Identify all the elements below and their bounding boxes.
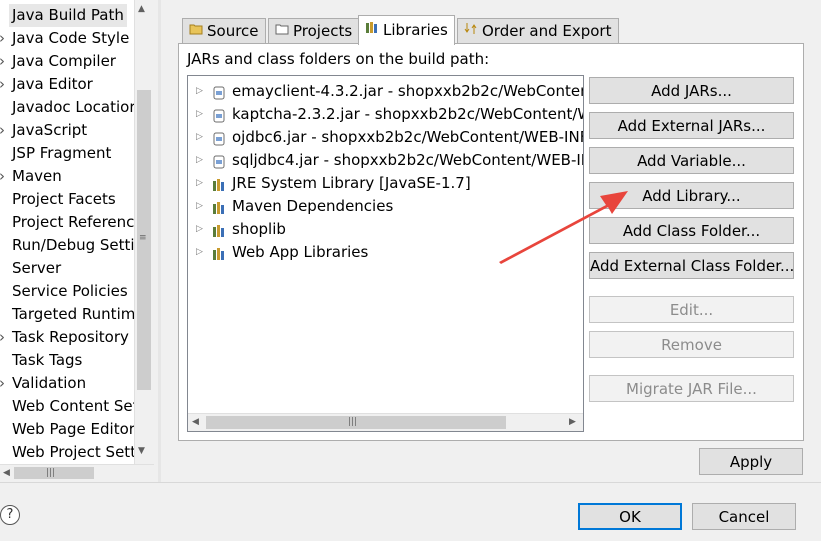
- tab-source[interactable]: Source: [182, 18, 266, 44]
- tree-label: Maven Dependencies: [232, 197, 394, 215]
- tree-label: sqljdbc4.jar - shopxxb2b2c/WebContent/WE…: [232, 151, 584, 169]
- add-library-button[interactable]: Add Library...: [589, 182, 794, 209]
- scroll-right-icon[interactable]: ▶: [569, 417, 576, 427]
- category-label: Maven: [12, 167, 62, 185]
- category-label: Project Referenc: [12, 213, 135, 231]
- tab-label: Source: [207, 22, 259, 40]
- category-label: Task Tags: [12, 351, 83, 369]
- chevron-right-icon[interactable]: ›: [0, 119, 9, 142]
- migrate-jar-file-button[interactable]: Migrate JAR File...: [589, 375, 794, 402]
- categories-vertical-scrollbar[interactable]: ▲ ≡ ▼: [134, 0, 154, 464]
- scroll-down-icon[interactable]: ▼: [138, 446, 145, 456]
- tree-horizontal-scrollbar[interactable]: ◀ ||| ▶: [188, 413, 583, 431]
- cancel-button[interactable]: Cancel: [692, 503, 796, 530]
- scroll-left-icon[interactable]: ◀: [3, 468, 10, 478]
- jar-icon: [212, 153, 226, 169]
- help-icon[interactable]: ?: [0, 505, 20, 525]
- expand-arrow-icon[interactable]: ▷: [196, 218, 203, 241]
- chevron-right-icon[interactable]: ›: [0, 27, 9, 50]
- tree-label: JRE System Library [JavaSE-1.7]: [232, 174, 471, 192]
- category-label: Web Page Editor: [12, 420, 135, 438]
- expand-arrow-icon[interactable]: ▷: [196, 149, 203, 172]
- category-label: Validation: [12, 374, 87, 392]
- category-label: Java Build Path: [9, 4, 127, 27]
- property-categories-list: Java Build Path›Java Code Style›Java Com…: [0, 0, 154, 480]
- tree-label: Web App Libraries: [232, 243, 369, 261]
- tab-libraries[interactable]: Libraries: [358, 15, 455, 45]
- category-label: Run/Debug Setti: [12, 236, 135, 254]
- jar-icon: [212, 130, 226, 146]
- apply-button[interactable]: Apply: [699, 448, 803, 475]
- category-label: Web Content Set: [12, 397, 139, 415]
- category-label: Java Compiler: [12, 52, 116, 70]
- scroll-left-icon[interactable]: ◀: [192, 417, 199, 427]
- expand-arrow-icon[interactable]: ▷: [196, 195, 203, 218]
- grip-icon: ≡: [139, 233, 147, 243]
- add-external-class-folder-button[interactable]: Add External Class Folder...: [589, 252, 794, 279]
- category-label: Java Editor: [12, 75, 93, 93]
- library-icon: [212, 245, 226, 260]
- expand-arrow-icon[interactable]: ▷: [196, 80, 203, 103]
- chevron-right-icon[interactable]: ›: [0, 50, 9, 73]
- panel-splitter[interactable]: [158, 0, 161, 482]
- ok-button[interactable]: OK: [578, 503, 682, 530]
- order-export-icon: [464, 19, 478, 44]
- jar-icon: [212, 107, 226, 123]
- tree-label: shoplib: [232, 220, 286, 238]
- grip-icon: |||: [348, 417, 358, 427]
- libraries-tab-panel: JARs and class folders on the build path…: [178, 43, 804, 441]
- category-label: Task Repository: [12, 328, 129, 346]
- tree-label: kaptcha-2.3.2.jar - shopxxb2b2c/WebConte…: [232, 105, 584, 123]
- category-label: JSP Fragment: [12, 144, 112, 162]
- category-label: Targeted Runtim: [12, 305, 136, 323]
- tab-projects[interactable]: Projects: [268, 18, 360, 44]
- tree-label: emayclient-4.3.2.jar - shopxxb2b2c/WebCo…: [232, 82, 584, 100]
- chevron-right-icon[interactable]: ›: [0, 372, 9, 395]
- build-path-tree[interactable]: ▷ emayclient-4.3.2.jar - shopxxb2b2c/WebC…: [187, 75, 584, 432]
- tree-label: ojdbc6.jar - shopxxb2b2c/WebContent/WEB-…: [232, 128, 584, 146]
- projects-icon: [275, 19, 289, 44]
- jar-icon: [212, 84, 226, 100]
- add-variable-button[interactable]: Add Variable...: [589, 147, 794, 174]
- category-label: Project Facets: [12, 190, 116, 208]
- libraries-icon: [365, 16, 379, 45]
- library-icon: [212, 222, 226, 237]
- chevron-right-icon[interactable]: ›: [0, 165, 9, 188]
- chevron-right-icon[interactable]: ›: [0, 73, 9, 96]
- category-label: Javadoc Locatior: [12, 98, 136, 116]
- tab-label: Order and Export: [482, 22, 612, 40]
- add-jars-button[interactable]: Add JARs...: [589, 77, 794, 104]
- tab-label: Libraries: [383, 21, 448, 39]
- add-external-jars-button[interactable]: Add External JARs...: [589, 112, 794, 139]
- source-folder-icon: [189, 19, 203, 44]
- category-label: Java Code Style: [12, 29, 130, 47]
- expand-arrow-icon[interactable]: ▷: [196, 172, 203, 195]
- remove-button[interactable]: Remove: [589, 331, 794, 358]
- expand-arrow-icon[interactable]: ▷: [196, 103, 203, 126]
- scroll-up-icon[interactable]: ▲: [138, 4, 145, 14]
- footer-separator: [0, 482, 821, 483]
- tab-order-and-export[interactable]: Order and Export: [457, 18, 619, 44]
- category-label: Service Policies: [12, 282, 128, 300]
- edit-button[interactable]: Edit...: [589, 296, 794, 323]
- expand-arrow-icon[interactable]: ▷: [196, 126, 203, 149]
- expand-arrow-icon[interactable]: ▷: [196, 241, 203, 264]
- library-icon: [212, 176, 226, 191]
- add-class-folder-button[interactable]: Add Class Folder...: [589, 217, 794, 244]
- category-label: Server: [12, 259, 62, 277]
- category-label: JavaScript: [12, 121, 88, 139]
- chevron-right-icon[interactable]: ›: [0, 326, 9, 349]
- categories-horizontal-scrollbar[interactable]: ◀ |||: [0, 464, 154, 480]
- build-path-label: JARs and class folders on the build path…: [187, 50, 490, 68]
- category-label: Web Project Sett: [12, 443, 137, 461]
- library-icon: [212, 199, 226, 214]
- grip-icon: |||: [46, 468, 56, 478]
- tab-label: Projects: [293, 22, 353, 40]
